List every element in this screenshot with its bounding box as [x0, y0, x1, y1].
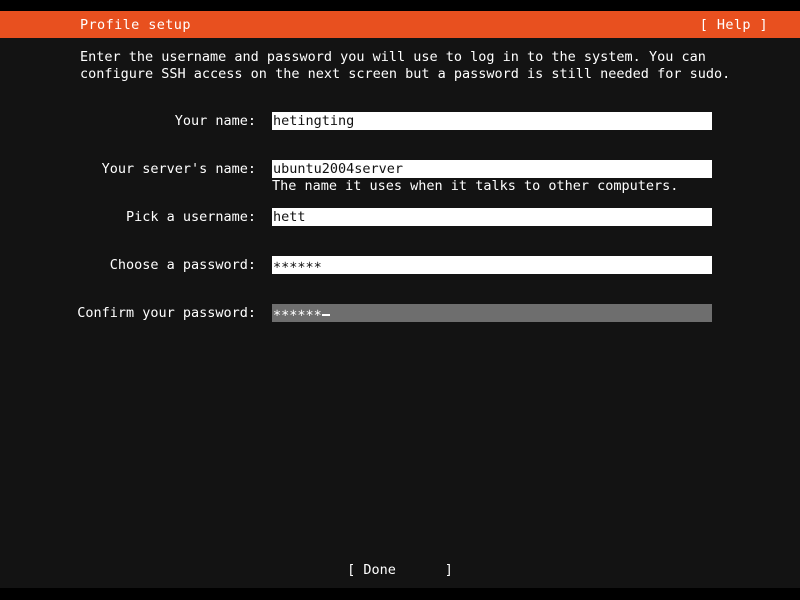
label-your-name: Your name: — [0, 112, 256, 130]
form-row-pick-username: Pick a username: hett — [0, 208, 800, 226]
input-confirm-password[interactable]: ∗∗∗∗∗∗ — [272, 304, 712, 322]
label-confirm-password: Confirm your password: — [0, 304, 256, 322]
hint-server-name: The name it uses when it talks to other … — [272, 178, 678, 195]
page-title: Profile setup — [80, 17, 191, 33]
form-row-server-name: Your server's name: ubuntu2004server The… — [0, 160, 800, 178]
done-button[interactable]: [ Done ] — [0, 561, 800, 579]
confirm-password-value: ∗∗∗∗∗∗ — [273, 305, 322, 321]
input-your-name[interactable]: hetingting — [272, 112, 712, 130]
form-row-choose-password: Choose a password: ∗∗∗∗∗∗ — [0, 256, 800, 274]
label-pick-username: Pick a username: — [0, 208, 256, 226]
text-cursor — [322, 314, 330, 316]
input-choose-password[interactable]: ∗∗∗∗∗∗ — [272, 256, 712, 274]
terminal-viewport: Profile setup [ Help ] Enter the usernam… — [0, 11, 800, 588]
input-server-name[interactable]: ubuntu2004server — [272, 160, 712, 178]
header-bar: Profile setup [ Help ] — [0, 11, 800, 38]
label-choose-password: Choose a password: — [0, 256, 256, 274]
form-row-confirm-password: Confirm your password: ∗∗∗∗∗∗ — [0, 304, 800, 322]
intro-text: Enter the username and password you will… — [80, 49, 740, 82]
input-pick-username[interactable]: hett — [272, 208, 712, 226]
label-server-name: Your server's name: — [0, 160, 256, 178]
form-row-your-name: Your name: hetingting — [0, 112, 800, 130]
help-link[interactable]: [ Help ] — [700, 17, 768, 33]
installer-screen: Profile setup [ Help ] Enter the usernam… — [0, 0, 800, 600]
